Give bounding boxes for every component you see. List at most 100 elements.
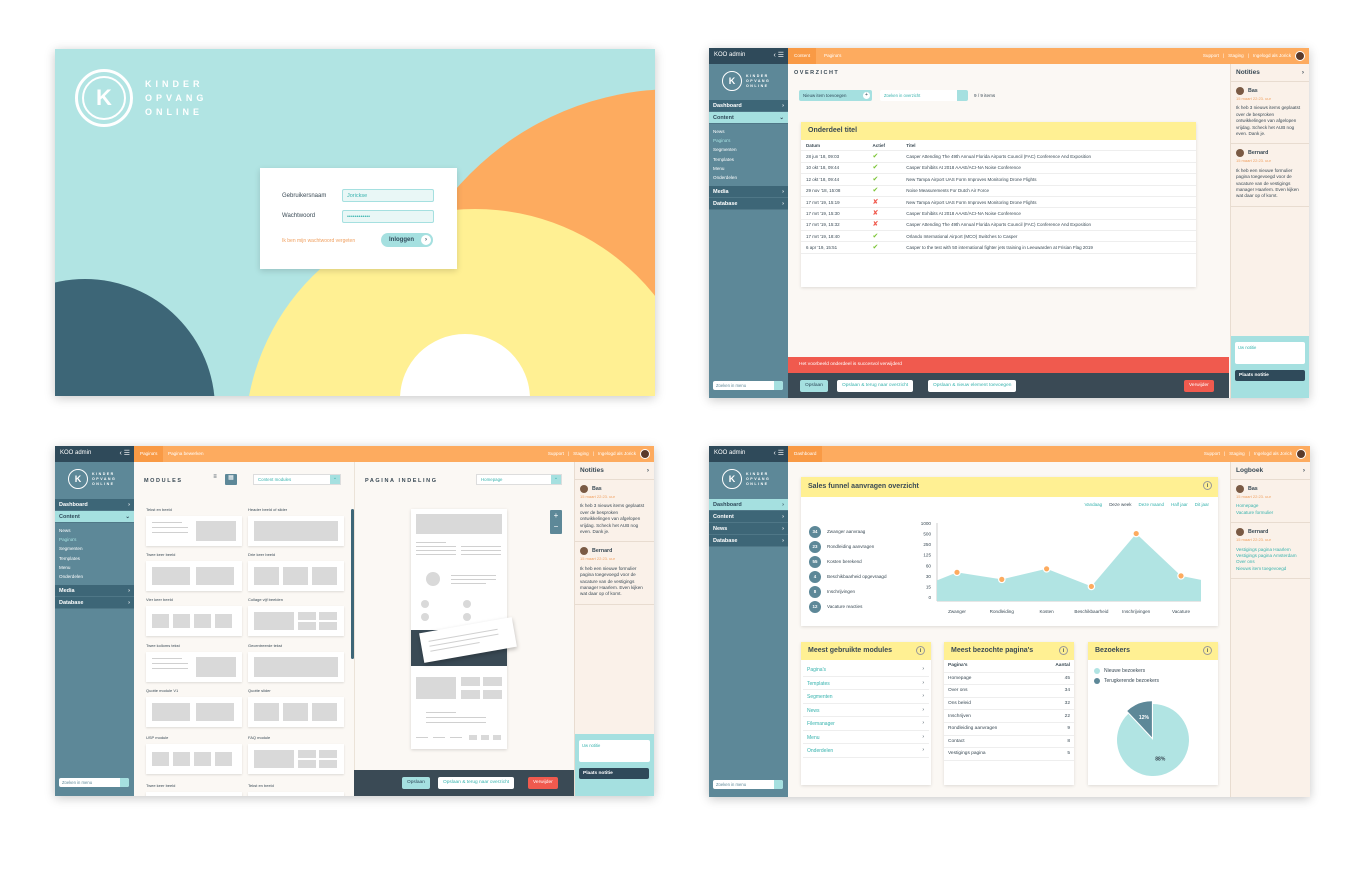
logged-in-user[interactable]: Ingelogd als Jorick: [1253, 53, 1291, 58]
module-tile[interactable]: [146, 744, 242, 774]
place-note-button[interactable]: Plaats notitie: [579, 768, 649, 779]
module-tile[interactable]: [248, 744, 344, 774]
menu-icon[interactable]: ‹ ☰: [773, 51, 784, 59]
sidebar-item-news[interactable]: News ›: [709, 523, 788, 535]
table-row[interactable]: 10 okt '18, 09:44 ✔ Casper Exhibits At 201…: [801, 162, 1196, 175]
save-button[interactable]: Opslaan: [402, 777, 430, 789]
submenu-menu[interactable]: Menu: [713, 164, 784, 173]
list-view-icon[interactable]: ≡: [210, 474, 220, 485]
module-tile[interactable]: [248, 516, 344, 546]
new-item-button[interactable]: Nieuw item toevoegen +: [799, 90, 872, 101]
avatar[interactable]: [1295, 51, 1305, 61]
module-tile[interactable]: [146, 697, 242, 727]
sidebar-item-media[interactable]: Media ›: [709, 186, 788, 199]
username-field[interactable]: Jorickse: [342, 189, 434, 202]
place-note-button[interactable]: Plaats notitie: [1235, 370, 1305, 381]
zoom-in-icon[interactable]: +: [550, 510, 562, 521]
logged-in-user[interactable]: Ingelogd als Jorick: [1254, 451, 1292, 456]
module-tile[interactable]: [248, 792, 344, 796]
range-halfyear[interactable]: Half jaar: [1171, 502, 1188, 507]
range-year[interactable]: Dit jaar: [1195, 502, 1209, 507]
module-tile[interactable]: [146, 561, 242, 591]
table-row[interactable]: 17 mrt '19, 15:32 ✘ Casper Attending The 4…: [801, 219, 1196, 232]
sidebar-item-content[interactable]: Content ›: [709, 511, 788, 523]
info-icon[interactable]: i: [1203, 646, 1212, 655]
log-link[interactable]: Vacature formulier: [1236, 510, 1305, 516]
sidebar-item-media[interactable]: Media ›: [55, 585, 134, 598]
sidebar-search-input[interactable]: Zoeken in menu: [713, 780, 783, 789]
module-tile[interactable]: [248, 606, 344, 636]
logged-in-user[interactable]: Ingelogd als Jorick: [598, 451, 636, 456]
range-today[interactable]: Vandaag: [1085, 502, 1103, 507]
info-icon[interactable]: i: [916, 646, 925, 655]
sidebar-item-content[interactable]: Content ⌄: [55, 511, 134, 523]
password-field[interactable]: ••••••••••••: [342, 210, 434, 223]
module-link[interactable]: Pagina's ›: [803, 663, 929, 677]
module-tile[interactable]: [248, 561, 344, 591]
module-tile[interactable]: [146, 792, 242, 796]
sidebar-search-input[interactable]: Zoeken in menu: [713, 381, 783, 390]
save-new-button[interactable]: Opslaan & nieuw element toevoegen: [928, 380, 1017, 392]
table-row[interactable]: 12 okt '18, 09:44 ✔ New Tampa Airport UAS …: [801, 173, 1196, 186]
staging-link[interactable]: Staging: [1228, 53, 1244, 58]
menu-icon[interactable]: ‹ ☰: [773, 449, 784, 457]
delete-button[interactable]: Verwijder: [1184, 380, 1214, 392]
staging-link[interactable]: Staging: [1229, 451, 1245, 456]
search-icon[interactable]: [120, 778, 129, 787]
forgot-password-link[interactable]: Ik ben mijn wachtwoord vergeten: [282, 238, 355, 244]
login-button[interactable]: Inloggen ›: [381, 233, 433, 247]
sidebar-item-content[interactable]: Content ⌄: [709, 112, 788, 124]
module-link[interactable]: Templates ›: [803, 677, 929, 690]
sidebar-item-dashboard[interactable]: Dashboard ›: [709, 100, 788, 112]
zoom-out-icon[interactable]: −: [550, 521, 562, 532]
support-link[interactable]: Support: [548, 451, 564, 456]
staging-link[interactable]: Staging: [573, 451, 589, 456]
submenu-news[interactable]: News: [59, 526, 130, 535]
avatar[interactable]: [640, 449, 650, 459]
overview-search-input[interactable]: Zoeken in overzicht: [880, 90, 968, 101]
range-month[interactable]: Deze maand: [1138, 502, 1164, 507]
module-link[interactable]: Segmenten ›: [803, 690, 929, 704]
layout-select[interactable]: Homepage ⌄: [476, 474, 562, 485]
avatar[interactable]: [1296, 449, 1306, 459]
data-point[interactable]: [1177, 572, 1185, 580]
save-back-button[interactable]: Opslaan & terug naar overzicht: [438, 777, 515, 789]
table-row[interactable]: 17 mrt '19, 18:40 ✔ Orlando International …: [801, 230, 1196, 243]
tab-content[interactable]: Content: [788, 48, 817, 64]
menu-icon[interactable]: ‹ ☰: [119, 449, 130, 457]
module-tile[interactable]: [248, 697, 344, 727]
modules-select[interactable]: Content modules ⌄: [253, 474, 341, 485]
submenu-paginas[interactable]: Pagina's: [59, 535, 130, 544]
sidebar-item-database[interactable]: Database ›: [55, 597, 134, 610]
module-link[interactable]: Filemanager ›: [803, 717, 929, 731]
tab-dashboard[interactable]: Dashboard: [788, 446, 823, 462]
info-icon[interactable]: i: [1203, 481, 1212, 490]
search-icon[interactable]: [774, 381, 783, 390]
note-textarea[interactable]: Uw notitie: [579, 740, 650, 762]
submenu-segmenten[interactable]: Segmenten: [59, 544, 130, 553]
table-row[interactable]: 29 nov '18, 15:08 ✔ Noise Measurements For…: [801, 185, 1196, 197]
range-week[interactable]: Deze week: [1109, 502, 1131, 507]
module-link[interactable]: Menu ›: [803, 731, 929, 744]
pie-slice[interactable]: [1117, 704, 1189, 776]
submenu-segmenten[interactable]: Segmenten: [713, 145, 784, 154]
module-tile[interactable]: [248, 652, 344, 682]
log-link[interactable]: Nieuws item toegevoegd: [1236, 566, 1305, 572]
data-point[interactable]: [1132, 529, 1141, 538]
search-icon[interactable]: [774, 780, 783, 789]
module-link[interactable]: News ›: [803, 704, 929, 717]
submenu-menu[interactable]: Menu: [59, 563, 130, 572]
table-row[interactable]: 17 mrt '19, 15:19 ✘ New Tampa Airport UAS …: [801, 196, 1196, 209]
chevron-right-icon[interactable]: ›: [647, 467, 649, 474]
data-point[interactable]: [953, 568, 961, 577]
submenu-templates[interactable]: Templates: [59, 554, 130, 563]
sidebar-item-dashboard[interactable]: Dashboard ›: [709, 499, 788, 511]
submenu-paginas[interactable]: Pagina's: [713, 136, 784, 145]
table-row[interactable]: 28 jun '18, 09:03 ✔ Casper Attending The 4…: [801, 150, 1196, 163]
data-point[interactable]: [1042, 565, 1051, 573]
delete-button[interactable]: Verwijder: [528, 777, 558, 789]
submenu-onderdelen[interactable]: Onderdelen: [713, 173, 784, 182]
support-link[interactable]: Support: [1203, 53, 1219, 58]
tab-paginas[interactable]: Pagina's: [818, 48, 847, 64]
sidebar-item-dashboard[interactable]: Dashboard ›: [55, 499, 134, 511]
